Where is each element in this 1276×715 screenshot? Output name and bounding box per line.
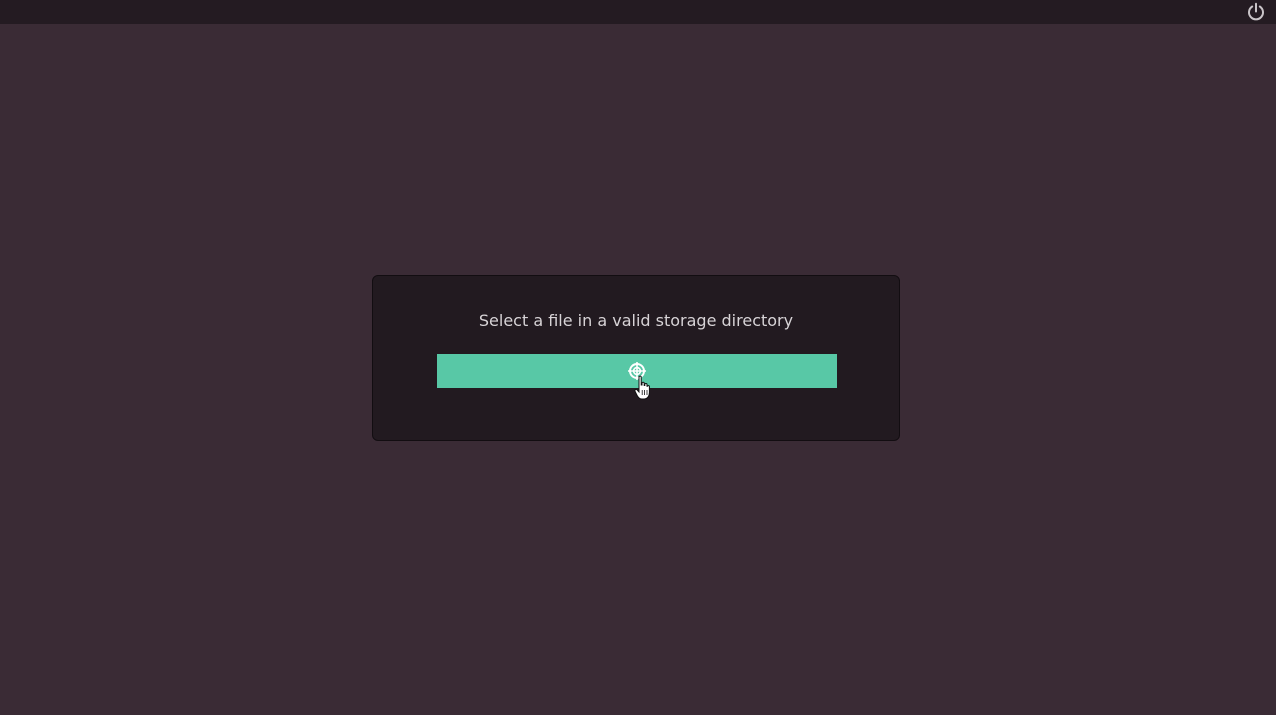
dialog-message: Select a file in a valid storage directo… — [478, 311, 794, 330]
power-icon — [1248, 2, 1264, 21]
select-file-button[interactable] — [437, 354, 837, 388]
file-select-dialog: Select a file in a valid storage directo… — [372, 275, 900, 441]
power-button[interactable] — [1246, 2, 1266, 22]
crosshair-target-icon — [628, 362, 646, 380]
top-bar — [0, 0, 1276, 24]
